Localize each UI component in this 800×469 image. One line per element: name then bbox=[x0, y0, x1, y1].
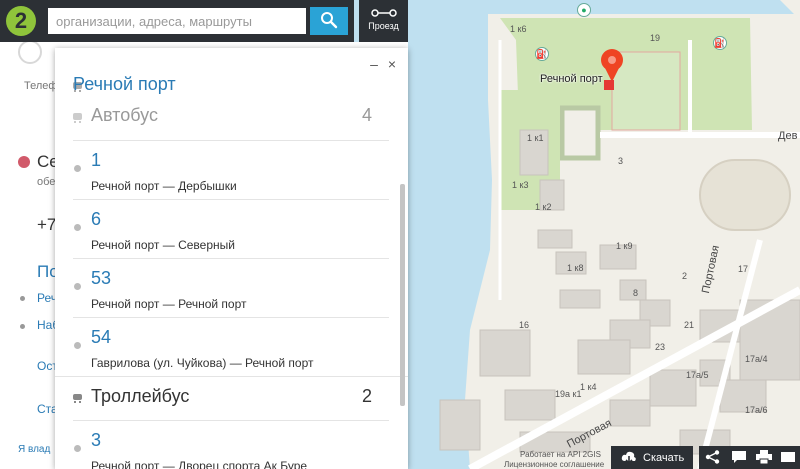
back-circle-icon[interactable] bbox=[18, 40, 42, 64]
route-bullet bbox=[74, 224, 81, 231]
bus-icon bbox=[73, 113, 82, 123]
search-bar bbox=[44, 0, 354, 42]
route-item[interactable]: 3 Речной порт — Дворец спорта Ак Буре bbox=[55, 428, 395, 469]
fuel-icon[interactable]: ⛽ bbox=[535, 47, 549, 61]
map-building-label: 17а/4 bbox=[745, 354, 768, 364]
map-building-label: 1 к1 bbox=[527, 133, 544, 143]
route-bullet bbox=[74, 165, 81, 172]
map-building-label: 1 к3 bbox=[512, 180, 529, 190]
route-number[interactable]: 6 bbox=[91, 209, 101, 230]
route-icon bbox=[370, 9, 397, 17]
owner-link-fragment[interactable]: Я влад bbox=[18, 444, 50, 455]
map-building-label: 1 к2 bbox=[535, 202, 552, 212]
group-title-bus[interactable]: Автобус bbox=[91, 105, 158, 126]
fuel-icon[interactable]: ⛽ bbox=[713, 36, 727, 50]
route-number[interactable]: 53 bbox=[91, 268, 111, 289]
map-building-label: 8 bbox=[633, 288, 639, 298]
map-building-label: 17а/5 bbox=[686, 370, 709, 380]
map-credit-license[interactable]: Лицензионное соглашение bbox=[504, 460, 604, 469]
route-bullet bbox=[74, 445, 81, 452]
map-building-label: 16 bbox=[519, 320, 530, 330]
map-building-label: 19 bbox=[650, 33, 661, 43]
map-building-label: 3 bbox=[618, 156, 624, 166]
map-building-label: 2 bbox=[682, 271, 688, 281]
route-direction: Речной порт — Дворец спорта Ак Буре bbox=[91, 459, 308, 469]
map-street-dev: Дев bbox=[778, 130, 798, 142]
route-bullet bbox=[74, 342, 81, 349]
route-direction: Речной порт — Дербышки bbox=[91, 179, 237, 193]
divider bbox=[55, 376, 408, 377]
share-icon[interactable] bbox=[705, 450, 721, 464]
search-input[interactable] bbox=[48, 8, 306, 34]
group-title-trolleybus[interactable]: Троллейбус bbox=[91, 386, 189, 407]
search-icon bbox=[321, 11, 338, 28]
route-direction: Речной порт — Северный bbox=[91, 238, 235, 252]
route-direction: Речной порт — Речной порт bbox=[91, 297, 247, 311]
popup-scrollbar[interactable] bbox=[400, 184, 405, 406]
map-building-label: 1 к8 bbox=[567, 263, 584, 273]
route-number[interactable]: 54 bbox=[91, 327, 111, 348]
logo[interactable]: 2 bbox=[0, 0, 44, 42]
divider bbox=[73, 199, 389, 200]
group-count-bus: 4 bbox=[361, 105, 372, 125]
map-building-label: 17а/6 bbox=[745, 405, 768, 415]
stop-title: Речной порт bbox=[73, 74, 176, 94]
download-button[interactable]: Скачать bbox=[611, 446, 693, 469]
map-poi-label[interactable]: Речной порт bbox=[540, 73, 603, 85]
download-button-label: Скачать bbox=[643, 452, 685, 464]
clock-icon bbox=[18, 156, 30, 168]
list-bullet bbox=[20, 296, 25, 301]
map-building-label: 21 bbox=[684, 320, 695, 330]
route-direction: Гаврилова (ул. Чуйкова) — Речной порт bbox=[91, 356, 314, 370]
search-button[interactable] bbox=[310, 7, 348, 35]
schedule-sub-fragment: обе bbox=[37, 176, 56, 188]
close-button[interactable]: × bbox=[388, 56, 396, 72]
route-button-label: Проезд bbox=[368, 21, 399, 31]
map-credit-api[interactable]: Работает на API 2GIS bbox=[520, 450, 601, 459]
divider bbox=[73, 420, 389, 421]
list-bullet bbox=[20, 324, 25, 329]
divider bbox=[73, 317, 389, 318]
logo-glyph: 2 bbox=[6, 6, 36, 36]
group-count-trolleybus: 2 bbox=[361, 386, 372, 406]
divider bbox=[73, 258, 389, 259]
route-number[interactable]: 3 bbox=[91, 430, 101, 451]
map-building-label: 1 к4 bbox=[580, 382, 597, 392]
map-building-label: 17 bbox=[738, 264, 749, 274]
map-building-label: 23 bbox=[655, 342, 666, 352]
map-building-label: 1 к6 bbox=[510, 24, 527, 34]
route-bullet bbox=[74, 283, 81, 290]
print-icon[interactable] bbox=[756, 450, 772, 464]
link-fragment-1[interactable]: Реч bbox=[37, 291, 57, 305]
minimize-button[interactable]: – bbox=[370, 56, 378, 72]
route-number[interactable]: 1 bbox=[91, 150, 101, 171]
phone-value-fragment[interactable]: +7 bbox=[37, 215, 56, 235]
more-icon[interactable] bbox=[781, 450, 795, 464]
trolleybus-icon bbox=[73, 394, 82, 403]
pin-icon[interactable]: ● bbox=[577, 3, 591, 17]
stop-popup: – × Речной порт Автобус 4 1 Речной порт … bbox=[55, 48, 408, 469]
map-building-label: 19а к1 bbox=[555, 389, 582, 399]
cloud-download-icon bbox=[621, 451, 636, 464]
map-building-label: 1 к9 bbox=[616, 241, 633, 251]
comment-icon[interactable] bbox=[731, 450, 747, 464]
route-button[interactable]: Проезд bbox=[359, 0, 408, 42]
phone-label-fragment: Телеф bbox=[24, 80, 58, 92]
share-toolbar bbox=[699, 446, 800, 469]
divider bbox=[73, 140, 389, 141]
